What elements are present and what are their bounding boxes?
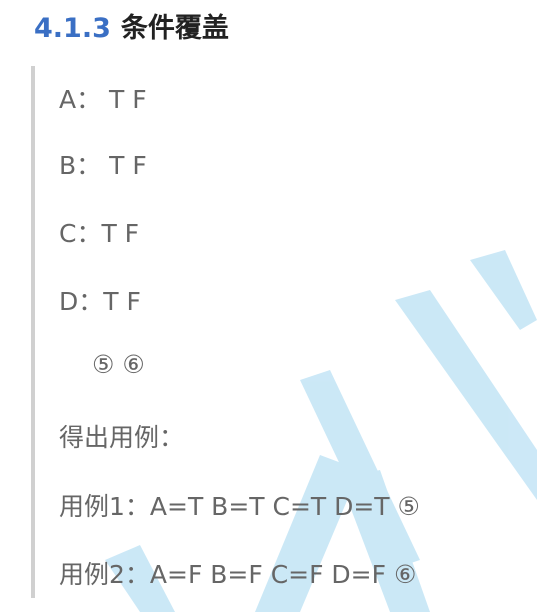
blockquote-bar (31, 66, 35, 598)
section-number: 4.1.3 (34, 13, 111, 44)
condition-b-line: B： T F (59, 151, 147, 180)
test-case-2-line: 用例2：A=F B=F C=F D=F ⑥ (59, 560, 417, 589)
derived-cases-label: 得出用例： (59, 423, 185, 452)
condition-d-line: D：T F (59, 287, 141, 316)
test-case-1-line: 用例1：A=T B=T C=T D=T ⑤ (59, 492, 420, 521)
section-heading: 4.1.3 条件覆盖 (34, 6, 229, 45)
case-markers-line: ⑤ ⑥ (92, 350, 145, 379)
condition-a-line: A： T F (59, 85, 147, 114)
section-title: 条件覆盖 (120, 13, 229, 44)
condition-c-line: C：T F (59, 219, 140, 248)
